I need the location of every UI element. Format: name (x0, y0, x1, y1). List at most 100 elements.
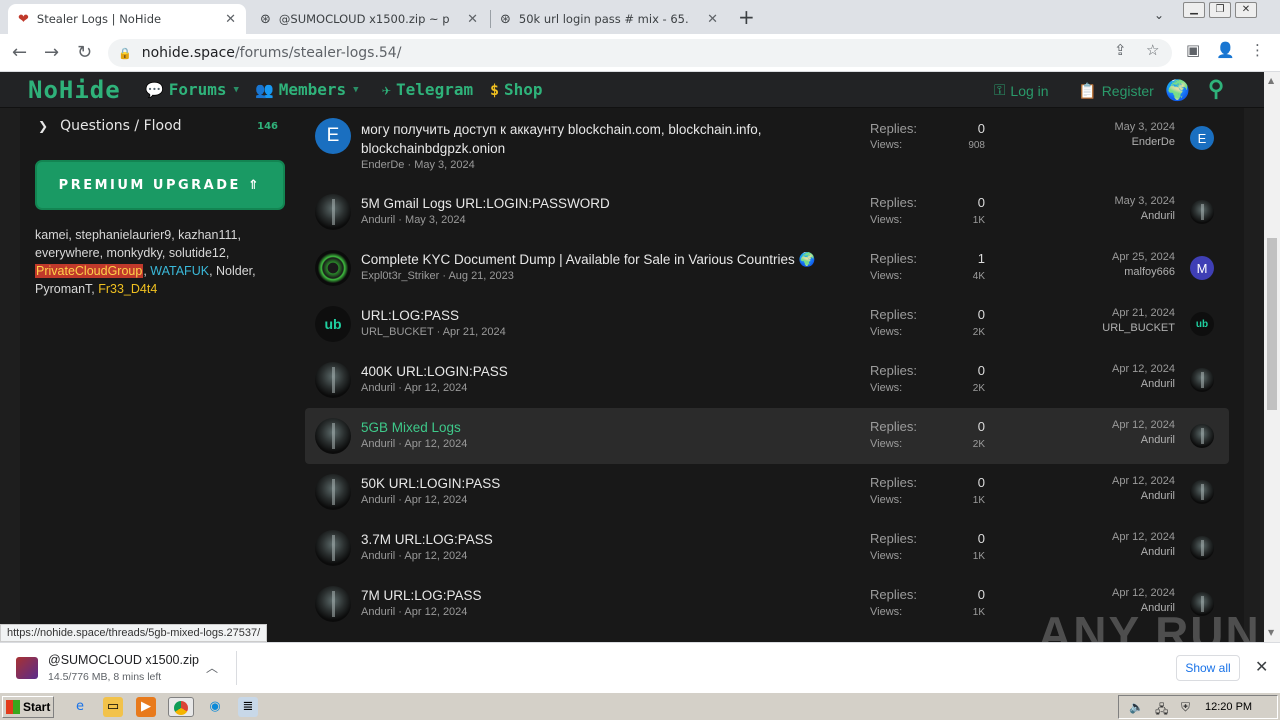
avatar[interactable]: E (315, 118, 351, 154)
media-player-icon[interactable]: ▶ (136, 697, 156, 717)
last-post-avatar[interactable]: ub (1190, 312, 1214, 336)
premium-upgrade-button[interactable]: PREMIUM UPGRADE ⇑ (35, 160, 285, 210)
last-post-avatar[interactable] (1190, 368, 1214, 392)
page-scrollbar[interactable]: ▲ ▼ (1264, 72, 1280, 642)
last-post-user[interactable]: EnderDe (1065, 136, 1175, 148)
thread-author[interactable]: Anduril (361, 494, 395, 506)
minimize-icon[interactable]: ▁ (1183, 2, 1205, 18)
show-all-button[interactable]: Show all (1176, 655, 1240, 681)
thread-title[interactable]: 50K URL:LOGIN:PASS (361, 474, 821, 493)
thread-row[interactable]: ub URL:LOG:PASS URL_BUCKET · Apr 21, 202… (305, 296, 1229, 352)
avatar[interactable] (315, 474, 351, 510)
member-link[interactable]: PrivateCloudGroup (35, 264, 144, 278)
thread-title[interactable]: 5GB Mixed Logs (361, 418, 821, 437)
last-post-user[interactable]: Anduril (1065, 546, 1175, 558)
nav-telegram[interactable]: ✈ Telegram (382, 80, 473, 99)
thread-row-hovered[interactable]: 5GB Mixed Logs Anduril · Apr 12, 2024 Re… (305, 408, 1229, 464)
last-post-user[interactable]: malfoy666 (1065, 266, 1175, 278)
last-post-user[interactable]: Anduril (1065, 490, 1175, 502)
nav-register[interactable]: 📋 Register (1078, 82, 1154, 100)
tab-search-chevron-icon[interactable]: ⌄ (1154, 8, 1164, 22)
globe-icon[interactable]: 🌍 (1165, 78, 1190, 102)
last-post-date[interactable]: Apr 12, 2024 (1065, 363, 1175, 375)
edge-icon[interactable]: ◉ (205, 697, 225, 717)
share-icon[interactable]: ⇪ (1114, 41, 1127, 59)
last-post-date[interactable]: Apr 21, 2024 (1065, 307, 1175, 319)
last-post-avatar[interactable]: M (1190, 256, 1214, 280)
close-tab-icon[interactable]: ✕ (225, 12, 236, 27)
scroll-down-arrow-icon[interactable]: ▼ (1268, 628, 1274, 637)
nav-shop[interactable]: $ Shop (490, 80, 543, 99)
scroll-up-arrow-icon[interactable]: ▲ (1268, 76, 1274, 85)
ie-icon[interactable]: e (70, 697, 90, 717)
new-tab-icon[interactable]: + (738, 5, 755, 29)
network-icon[interactable]: 🖧 (1155, 700, 1168, 720)
profile-icon[interactable]: 👤 (1216, 41, 1235, 59)
close-window-icon[interactable]: ✕ (1235, 2, 1257, 18)
menu-kebab-icon[interactable]: ⋮ (1250, 41, 1265, 59)
thread-author[interactable]: Expl0t3r_Striker (361, 270, 439, 282)
thread-author[interactable]: Anduril (361, 550, 395, 562)
avatar[interactable] (315, 362, 351, 398)
thread-title[interactable]: 3.7M URL:LOG:PASS (361, 530, 821, 549)
last-post-date[interactable]: Apr 12, 2024 (1065, 531, 1175, 543)
chrome-icon[interactable] (168, 697, 194, 717)
forward-arrow-icon[interactable]: → (44, 42, 59, 63)
last-post-user[interactable]: URL_BUCKET (1065, 322, 1175, 334)
last-post-avatar[interactable]: E (1190, 126, 1214, 150)
thread-author[interactable]: Anduril (361, 382, 395, 394)
tab-stealer-logs[interactable]: ❤ Stealer Logs | NoHide ✕ (8, 4, 246, 34)
last-post-date[interactable]: May 3, 2024 (1065, 121, 1175, 133)
search-icon[interactable]: ⚲ (1208, 77, 1224, 102)
reload-icon[interactable]: ↻ (77, 42, 92, 63)
thread-author[interactable]: Anduril (361, 214, 395, 226)
nav-login[interactable]: ⚿ Log in (994, 82, 1049, 99)
thread-row[interactable]: 3.7M URL:LOG:PASS Anduril · Apr 12, 2024… (305, 520, 1229, 576)
chevron-up-icon[interactable]: ︿ (206, 659, 218, 676)
tab-50k-url[interactable]: ⊛ 50k url login pass # mix - 65.txt ~ pi… (490, 4, 728, 34)
last-post-date[interactable]: Apr 12, 2024 (1065, 475, 1175, 487)
avatar[interactable]: ub (315, 306, 351, 342)
nav-members[interactable]: 👥 Members ▼ (255, 80, 359, 99)
avatar[interactable] (315, 194, 351, 230)
last-post-avatar[interactable] (1190, 480, 1214, 504)
thread-title[interactable]: URL:LOG:PASS (361, 306, 821, 325)
thread-title[interactable]: 400K URL:LOGIN:PASS (361, 362, 821, 381)
last-post-date[interactable]: May 3, 2024 (1065, 195, 1175, 207)
last-post-avatar[interactable] (1190, 536, 1214, 560)
restore-icon[interactable]: ❐ (1209, 2, 1231, 18)
tab-sumocloud[interactable]: ⊛ @SUMOCLOUD x1500.zip ~ pixeldrain ✕ (250, 4, 488, 34)
last-post-avatar[interactable] (1190, 424, 1214, 448)
start-button[interactable]: Start (2, 696, 54, 718)
avatar[interactable] (315, 250, 351, 286)
scroll-thumb[interactable] (1267, 238, 1277, 410)
last-post-date[interactable]: Apr 12, 2024 (1065, 419, 1175, 431)
notepad-icon[interactable]: ≣ (238, 697, 258, 717)
site-logo[interactable]: NoHide (28, 76, 121, 104)
thread-row[interactable]: Complete KYC Document Dump | Available f… (305, 240, 1229, 296)
thread-author[interactable]: URL_BUCKET (361, 326, 434, 338)
thread-title[interactable]: 7M URL:LOG:PASS (361, 586, 821, 605)
last-post-date[interactable]: Apr 25, 2024 (1065, 251, 1175, 263)
thread-row[interactable]: E могу получить доступ к аккаунту blockc… (305, 108, 1229, 182)
nav-forums[interactable]: 💬 Forums ▼ (145, 80, 239, 99)
member-link[interactable]: WATAFUK (150, 264, 209, 278)
thread-author[interactable]: Anduril (361, 606, 395, 618)
folder-icon[interactable]: ▭ (103, 697, 123, 717)
last-post-user[interactable]: Anduril (1065, 378, 1175, 390)
thread-title[interactable]: Complete KYC Document Dump | Available f… (361, 250, 831, 269)
last-post-date[interactable]: Apr 12, 2024 (1065, 587, 1175, 599)
thread-author[interactable]: Anduril (361, 438, 395, 450)
close-tab-icon[interactable]: ✕ (467, 12, 478, 27)
security-shield-icon[interactable]: ⛨ (1181, 700, 1190, 715)
sidebar-node-questions-flood[interactable]: ❯ Questions / Flood 146 (38, 118, 278, 134)
last-post-avatar[interactable] (1190, 200, 1214, 224)
thread-author[interactable]: EnderDe (361, 159, 404, 171)
thread-row[interactable]: 5M Gmail Logs URL:LOGIN:PASSWORD Anduril… (305, 184, 1229, 240)
avatar[interactable] (315, 530, 351, 566)
thread-title[interactable]: 5M Gmail Logs URL:LOGIN:PASSWORD (361, 194, 821, 213)
member-link[interactable]: Fr33_D4t4 (98, 282, 157, 296)
thread-row[interactable]: 50K URL:LOGIN:PASS Anduril · Apr 12, 202… (305, 464, 1229, 520)
thread-row[interactable]: 400K URL:LOGIN:PASS Anduril · Apr 12, 20… (305, 352, 1229, 408)
bookmark-star-icon[interactable]: ☆ (1146, 41, 1159, 59)
